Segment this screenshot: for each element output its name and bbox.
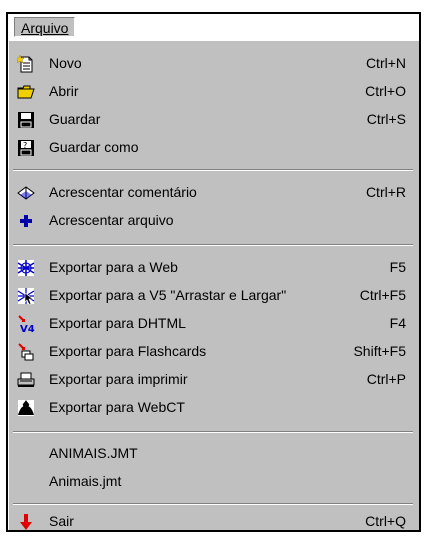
web-export-icon (17, 258, 35, 276)
menu-item-shortcut: Ctrl+F5 (359, 287, 406, 303)
menu-item-label: Acrescentar comentário (49, 184, 197, 200)
menu-item-shortcut: Ctrl+O (365, 83, 406, 99)
menu-item-exportar-web[interactable]: Exportar para a Web F5 (9, 253, 420, 281)
menu-item-label: Novo (49, 55, 82, 71)
drag-drop-export-icon (17, 286, 35, 305)
screenshot-frame: Arquivo Novo Ctrl+N Abrir Ctrl+O Guardar… (0, 0, 431, 540)
menu-item-exportar-imprimir[interactable]: Exportar para imprimir Ctrl+P (9, 365, 420, 393)
save-as-icon: ? (17, 138, 35, 156)
menu-item-shortcut: Ctrl+Q (365, 513, 406, 529)
menu-item-label: Guardar (49, 111, 101, 127)
menu-item-label: Acrescentar arquivo (49, 212, 174, 228)
svg-text:?: ? (23, 141, 27, 150)
menu-item-label: Exportar para a Web (49, 259, 178, 275)
menu-item-label: Exportar para a V5 "Arrastar e Largar" (49, 287, 287, 303)
menubar: Arquivo (8, 14, 419, 41)
menu-item-label: Exportar para imprimir (49, 371, 188, 387)
exit-arrow-icon (17, 512, 35, 530)
menu-item-exportar-dhtml[interactable]: V4 Exportar para DHTML F4 (9, 309, 420, 337)
menu-item-shortcut: F5 (389, 259, 406, 275)
open-folder-icon (17, 82, 35, 100)
floppy-disk-icon (17, 110, 35, 128)
menu-separator (13, 244, 413, 246)
comment-book-icon (17, 183, 35, 201)
menu-item-label: Guardar como (49, 139, 139, 155)
menu-item-sair[interactable]: Sair Ctrl+Q (9, 507, 420, 535)
webct-icon (17, 398, 35, 416)
flashcards-export-icon (17, 342, 35, 361)
printer-icon (17, 370, 35, 388)
menu-item-novo[interactable]: Novo Ctrl+N (9, 49, 420, 77)
menu-separator (13, 503, 413, 505)
menu-separator (13, 431, 413, 433)
menu-item-guardar[interactable]: Guardar Ctrl+S (9, 105, 420, 133)
menu-item-acrescentar-comentario[interactable]: Acrescentar comentário Ctrl+R (9, 178, 420, 206)
menu-item-label: Exportar para Flashcards (49, 343, 207, 359)
recent-file-item[interactable]: Animais.jmt (9, 467, 420, 495)
menu-item-shortcut: Ctrl+N (365, 55, 406, 71)
menu-separator (13, 169, 413, 171)
menu-arquivo[interactable]: Arquivo (14, 17, 76, 37)
menu-item-exportar-v5[interactable]: Exportar para a V5 "Arrastar e Largar" C… (9, 281, 420, 309)
menu-item-guardar-como[interactable]: ? Guardar como (9, 133, 420, 161)
menu-item-exportar-webct[interactable]: Exportar para WebCT (9, 393, 420, 421)
plus-icon (17, 211, 35, 229)
menu-item-exportar-flashcards[interactable]: Exportar para Flashcards Shift+F5 (9, 337, 420, 365)
menu-item-abrir[interactable]: Abrir Ctrl+O (9, 77, 420, 105)
menu-arquivo-label: Arquivo (21, 20, 69, 36)
menu-item-label: Abrir (49, 83, 79, 99)
menu-item-shortcut: Shift+F5 (353, 343, 406, 359)
menu-item-shortcut: Ctrl+R (365, 184, 406, 200)
new-document-icon (15, 54, 35, 73)
menu-item-shortcut: Ctrl+P (366, 371, 406, 387)
recent-file-label: Animais.jmt (49, 473, 122, 489)
recent-file-item[interactable]: ANIMAIS.JMT (9, 439, 420, 467)
menu-item-shortcut: F4 (389, 315, 406, 331)
recent-file-label: ANIMAIS.JMT (49, 445, 138, 461)
menu-item-acrescentar-arquivo[interactable]: Acrescentar arquivo (9, 206, 420, 234)
svg-text:V4: V4 (20, 324, 35, 333)
menu-item-label: Sair (49, 513, 74, 529)
menu-item-label: Exportar para WebCT (49, 399, 185, 415)
menu-item-label: Exportar para DHTML (49, 315, 186, 331)
menu-item-shortcut: Ctrl+S (366, 111, 406, 127)
file-menu-window: Arquivo Novo Ctrl+N Abrir Ctrl+O Guardar… (6, 12, 421, 532)
arquivo-dropdown: Novo Ctrl+N Abrir Ctrl+O Guardar Ctrl+S … (8, 40, 419, 530)
dhtml-export-icon: V4 (17, 314, 35, 335)
